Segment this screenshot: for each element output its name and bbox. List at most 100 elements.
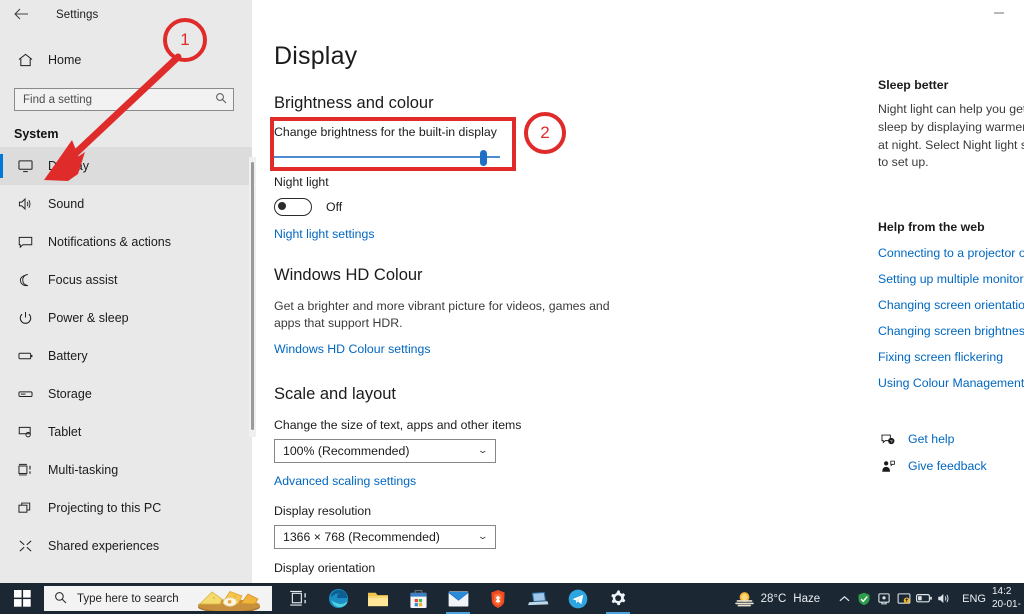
scale-dropdown[interactable]: 100% (Recommended) ⌄: [274, 438, 496, 463]
help-link[interactable]: Using Colour Management: [878, 376, 1024, 390]
mail-icon[interactable]: [438, 583, 478, 614]
resolution-label: Display resolution: [274, 503, 372, 518]
help-link[interactable]: Changing screen brightness: [878, 324, 1024, 338]
sidebar-item-label: Focus assist: [48, 273, 118, 287]
page-title: Display: [274, 42, 358, 70]
clock[interactable]: 14:2 20-01-: [992, 586, 1022, 611]
taskbar-search-placeholder: Type here to search: [77, 592, 179, 605]
notification-icon: [14, 235, 36, 249]
get-help-icon: ?: [878, 433, 898, 446]
night-light-settings-link[interactable]: Night light settings: [274, 227, 374, 241]
help-link[interactable]: Changing screen orientation: [878, 298, 1024, 312]
telegram-icon[interactable]: [558, 583, 598, 614]
toggle-knob: [278, 202, 286, 210]
scale-label: Change the size of text, apps and other …: [274, 417, 522, 432]
taskbar: Type here to search 28°C Haze ENG 14:2 2…: [0, 583, 1024, 614]
night-light-label: Night light: [274, 175, 329, 189]
sidebar-item-shared-experiences[interactable]: Shared experiences: [0, 527, 252, 565]
advanced-scaling-link[interactable]: Advanced scaling settings: [274, 474, 416, 488]
weather-widget[interactable]: 28°C Haze: [734, 590, 821, 607]
get-help-row[interactable]: ? Get help: [878, 432, 1024, 446]
settings-sidebar: Settings Home System Display: [0, 0, 252, 583]
sidebar-item-tablet[interactable]: Tablet: [0, 413, 252, 451]
night-light-toggle-row: Off: [274, 198, 862, 216]
sidebar-item-power-sleep[interactable]: Power & sleep: [0, 299, 252, 337]
taskbar-pinned-items: [278, 583, 638, 614]
language-indicator[interactable]: ENG: [962, 593, 986, 605]
sidebar-item-sound[interactable]: Sound: [0, 185, 252, 223]
sidebar-item-battery[interactable]: Battery: [0, 337, 252, 375]
sidebar-item-label: Notifications & actions: [48, 235, 171, 249]
help-link[interactable]: Fixing screen flickering: [878, 350, 1024, 364]
hd-colour-settings-link[interactable]: Windows HD Colour settings: [274, 342, 431, 356]
sidebar-scrollbar-thumb[interactable]: [251, 162, 254, 430]
night-light-toggle[interactable]: [274, 198, 312, 216]
clock-time: 14:2: [992, 586, 1012, 597]
back-arrow-icon[interactable]: [14, 8, 36, 23]
hd-colour-heading: Windows HD Colour: [274, 266, 423, 284]
minimize-button[interactable]: [988, 6, 1010, 20]
scale-dropdown-value: 100% (Recommended): [283, 443, 410, 458]
weather-condition: Haze: [793, 592, 821, 605]
microsoft-store-icon[interactable]: [398, 583, 438, 614]
battery-icon: [14, 349, 36, 363]
sidebar-home-label: Home: [48, 53, 82, 67]
search-field-wrapper: [14, 88, 234, 111]
resolution-dropdown-value: 1366 × 768 (Recommended): [283, 529, 440, 544]
edge-icon[interactable]: [318, 583, 358, 614]
start-button[interactable]: [0, 583, 44, 614]
sidebar-item-home[interactable]: Home: [0, 44, 252, 76]
sidebar-item-label: Power & sleep: [48, 311, 129, 325]
home-icon: [14, 53, 36, 67]
window-titlebar: Settings: [0, 0, 252, 30]
security-shield-icon[interactable]: [854, 583, 874, 614]
sidebar-item-multitasking[interactable]: Multi-tasking: [0, 451, 252, 489]
sidebar-item-display[interactable]: Display: [0, 147, 252, 185]
help-link[interactable]: Connecting to a projector or PC: [878, 246, 1024, 260]
multitask-icon: [14, 463, 36, 477]
sidebar-item-label: Tablet: [48, 425, 82, 439]
onedrive-icon[interactable]: [874, 583, 894, 614]
sidebar-nav-list: Display Sound Notifications & actions Fo…: [0, 147, 252, 565]
show-hidden-icons-chevron[interactable]: [834, 583, 854, 614]
get-help-label: Get help: [908, 432, 955, 447]
speaker-icon: [14, 197, 36, 211]
sidebar-item-notifications[interactable]: Notifications & actions: [0, 223, 252, 261]
file-explorer-icon[interactable]: [358, 583, 398, 614]
task-view-icon[interactable]: [278, 583, 318, 614]
storage-icon: [14, 387, 36, 401]
give-feedback-row[interactable]: Give feedback: [878, 459, 1024, 473]
sidebar-item-label: Storage: [48, 387, 92, 401]
resolution-dropdown[interactable]: 1366 × 768 (Recommended) ⌄: [274, 524, 496, 549]
search-icon: [54, 591, 67, 607]
display-tray-icon[interactable]: [894, 583, 914, 614]
sidebar-item-projecting[interactable]: Projecting to this PC: [0, 489, 252, 527]
sidebar-item-label: Multi-tasking: [48, 463, 119, 477]
annotation-badge-2: 2: [524, 112, 566, 154]
project-icon: [14, 501, 36, 515]
sidebar-item-label: Shared experiences: [48, 539, 160, 553]
brave-browser-icon[interactable]: [478, 583, 518, 614]
annotation-badge-1: 1: [163, 18, 207, 62]
settings-gear-icon[interactable]: [598, 583, 638, 614]
power-icon: [14, 311, 36, 325]
volume-tray-icon[interactable]: [934, 583, 954, 614]
sidebar-item-focus-assist[interactable]: Focus assist: [0, 261, 252, 299]
system-tray: 28°C Haze ENG 14:2 20-01-: [734, 583, 1024, 614]
sidebar-item-storage[interactable]: Storage: [0, 375, 252, 413]
sidebar-item-label: Sound: [48, 197, 85, 211]
battery-tray-icon[interactable]: [914, 583, 934, 614]
taskbar-search-box[interactable]: Type here to search: [44, 586, 272, 611]
hd-colour-description: Get a brighter and more vibrant picture …: [274, 299, 610, 330]
main-content: Display Brightness and colour Change bri…: [262, 30, 862, 583]
laptop-app-icon[interactable]: [518, 583, 558, 614]
clock-date: 20-01-: [992, 598, 1021, 610]
help-link[interactable]: Setting up multiple monitors: [878, 272, 1024, 286]
tray-icon-group: [834, 583, 954, 614]
annotation-highlight-box: [270, 117, 516, 171]
night-light-state: Off: [326, 200, 343, 214]
help-from-web-heading: Help from the web: [878, 220, 985, 235]
search-input[interactable]: [14, 88, 234, 111]
give-feedback-label: Give feedback: [908, 459, 987, 474]
feedback-icon: [878, 460, 898, 473]
